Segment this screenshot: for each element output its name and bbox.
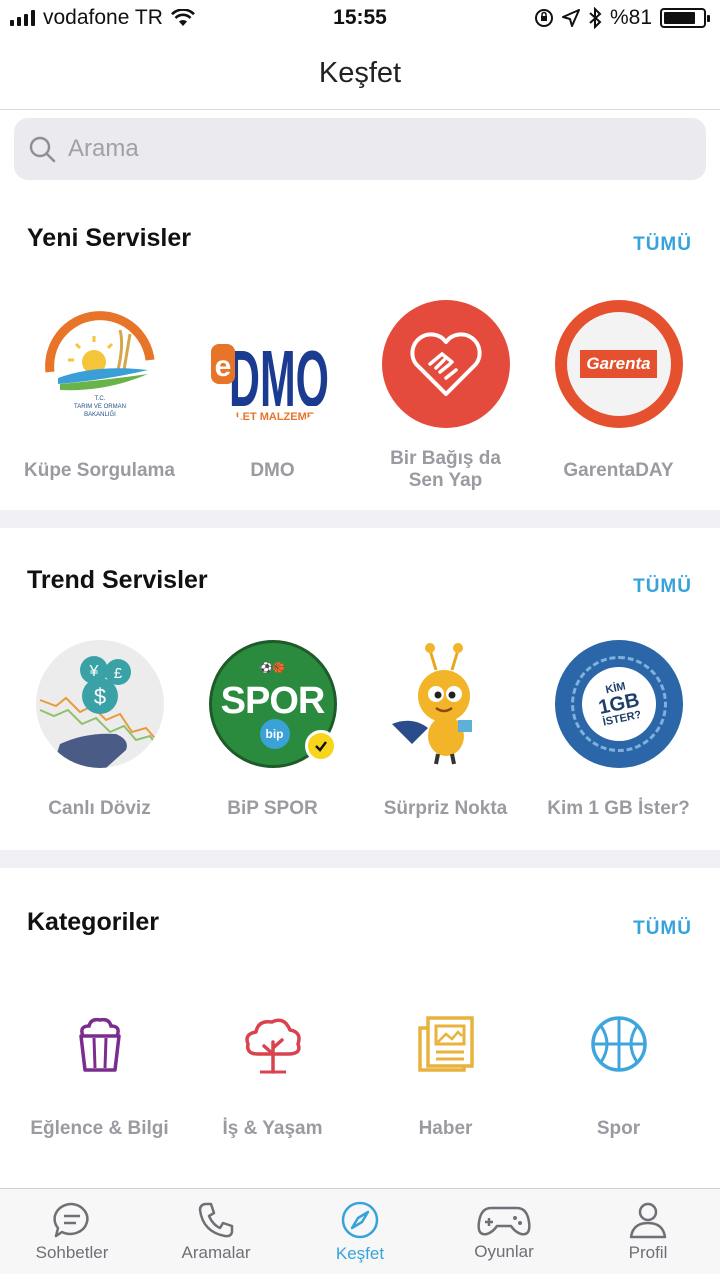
orientation-lock-icon [534,9,553,27]
trend-services-list: ¥ £ $ Canlı Döviz ⚽🏀 SPOR bip BiP SPOR S… [0,640,720,820]
battery-icon [660,8,710,28]
balls-icon: ⚽🏀 [260,663,285,674]
svg-text:$: $ [93,684,105,709]
tab-label: Keşfet [335,1243,385,1263]
spor-wordmark: SPOR [220,679,326,722]
service-bir-bagis[interactable]: Bir Bağış da Sen Yap [359,300,532,492]
category-is-yasam[interactable]: İş & Yaşam [186,1004,359,1140]
categories-list: Eğlence & Bilgi İş & Yaşam Haber Spor [0,1004,720,1140]
svg-text:T.C.: T.C. [94,396,105,402]
category-haber[interactable]: Haber [359,1004,532,1140]
service-label: BiP SPOR [227,798,318,819]
new-services-list: T.C. TARIM VE ORMAN BAKANLIĞI Küpe Sorgu… [0,300,720,492]
dmo-logo-icon: DMO e LET MALZEME [208,334,337,428]
service-dmo[interactable]: DMO e LET MALZEME DMO [186,300,359,492]
tab-bar: Sohbetler Aramalar Keşfet Oyunlar Profil [0,1188,720,1274]
status-right: %81 [534,6,710,30]
location-icon [561,9,580,27]
tab-oyunlar[interactable]: Oyunlar [432,1189,576,1274]
bip-spor-logo-wrap: ⚽🏀 SPOR bip [208,640,337,768]
doviz-logo: ¥ £ $ [35,640,164,768]
kim-1gb-logo: KİM 1GB İSTER? [554,640,683,768]
bip-badge: bip [259,719,290,749]
tab-profil[interactable]: Profil [576,1189,720,1274]
search-input[interactable] [68,135,668,163]
category-spor[interactable]: Spor [532,1004,705,1140]
currency-chart-icon: ¥ £ $ [39,656,161,768]
categories-see-all-link[interactable]: TÜMÜ [633,918,692,940]
news-icon [406,1004,486,1084]
category-label: Haber [418,1118,473,1139]
status-bar: vodafone TR 15:55 %81 [0,0,720,36]
categories-section: Kategoriler TÜMÜ Eğlence & Bilgi İş & Ya… [0,868,720,1188]
garenta-wordmark: Garenta [580,350,657,378]
service-surpriz-nokta[interactable]: Sürpriz Nokta [359,640,532,820]
dmo-logo: DMO e LET MALZEME [208,300,337,428]
garenta-logo: Garenta [554,300,683,428]
new-services-section: Yeni Servisler TÜMÜ T.C. TARIM VE ORMAN … [0,194,720,510]
tab-aramalar[interactable]: Aramalar [144,1189,288,1274]
svg-text:£: £ [113,665,122,682]
person-icon [629,1202,667,1238]
tab-label: Oyunlar [474,1241,534,1261]
service-label: DMO [250,460,295,481]
svg-text:BAKANLIĞI: BAKANLIĞI [84,411,116,418]
service-label: Sürpriz Nokta [383,798,508,819]
battery-percent: %81 [609,6,652,29]
trend-services-see-all-link[interactable]: TÜMÜ [633,576,692,598]
surpriz-nokta-mascot [381,640,510,768]
search-bar[interactable] [14,118,706,180]
category-label: Spor [596,1118,641,1139]
service-kim-1gb[interactable]: KİM 1GB İSTER? Kim 1 GB İster? [532,640,705,820]
tab-label: Sohbetler [35,1242,109,1262]
bee-mascot-icon [391,643,472,765]
svg-text:e: e [214,350,231,383]
category-label: İş & Yaşam [222,1118,323,1139]
trend-services-section: Trend Servisler TÜMÜ ¥ £ $ Canlı Döviz ⚽… [0,528,720,850]
tarim-logo-icon: T.C. TARIM VE ORMAN BAKANLIĞI [44,311,154,418]
service-kupe-sorgulama[interactable]: T.C. TARIM VE ORMAN BAKANLIĞI Küpe Sorgu… [13,300,186,492]
heart-handshake-icon [409,332,482,396]
page-title: Keşfet [318,57,402,89]
tab-label: Profil [628,1242,668,1262]
search-icon [29,136,56,163]
popcorn-icon [60,1004,140,1084]
search-area [0,110,720,194]
compass-icon [341,1201,379,1238]
tree-icon [233,1004,313,1084]
category-label: Eğlence & Bilgi [30,1118,169,1139]
verified-check-icon [304,730,337,762]
tarim-bakanligi-logo: T.C. TARIM VE ORMAN BAKANLIĞI [35,300,164,428]
bluetooth-icon [589,7,602,29]
battery-level [664,12,695,24]
svg-text:LET MALZEME: LET MALZEME [235,411,313,423]
service-label: GarentaDAY [563,460,674,481]
svg-text:¥: ¥ [88,663,98,680]
service-canli-doviz[interactable]: ¥ £ $ Canlı Döviz [13,640,186,820]
service-label: Bir Bağış da Sen Yap [390,448,501,491]
bagis-logo [381,300,510,428]
gamepad-icon [477,1206,531,1235]
service-label: Canlı Döviz [48,798,151,819]
tab-sohbetler[interactable]: Sohbetler [0,1189,144,1274]
category-eglence-bilgi[interactable]: Eğlence & Bilgi [13,1004,186,1140]
service-label: Küpe Sorgulama [24,460,175,481]
phone-icon [198,1202,234,1237]
service-bip-spor[interactable]: ⚽🏀 SPOR bip BiP SPOR [186,640,359,820]
svg-text:TARIM VE ORMAN: TARIM VE ORMAN [74,404,126,410]
new-services-title: Yeni Servisler [27,224,192,252]
tab-label: Aramalar [181,1242,251,1262]
service-garentaday[interactable]: Garenta GarentaDAY [532,300,705,492]
navigation-header: Keşfet [0,36,720,110]
basketball-icon [579,1004,659,1084]
categories-title: Kategoriler [27,908,159,936]
chat-icon [53,1202,89,1237]
new-services-see-all-link[interactable]: TÜMÜ [633,234,692,256]
tab-kesfet[interactable]: Keşfet [288,1189,432,1274]
trend-services-title: Trend Servisler [27,566,208,594]
service-label: Kim 1 GB İster? [547,798,690,819]
